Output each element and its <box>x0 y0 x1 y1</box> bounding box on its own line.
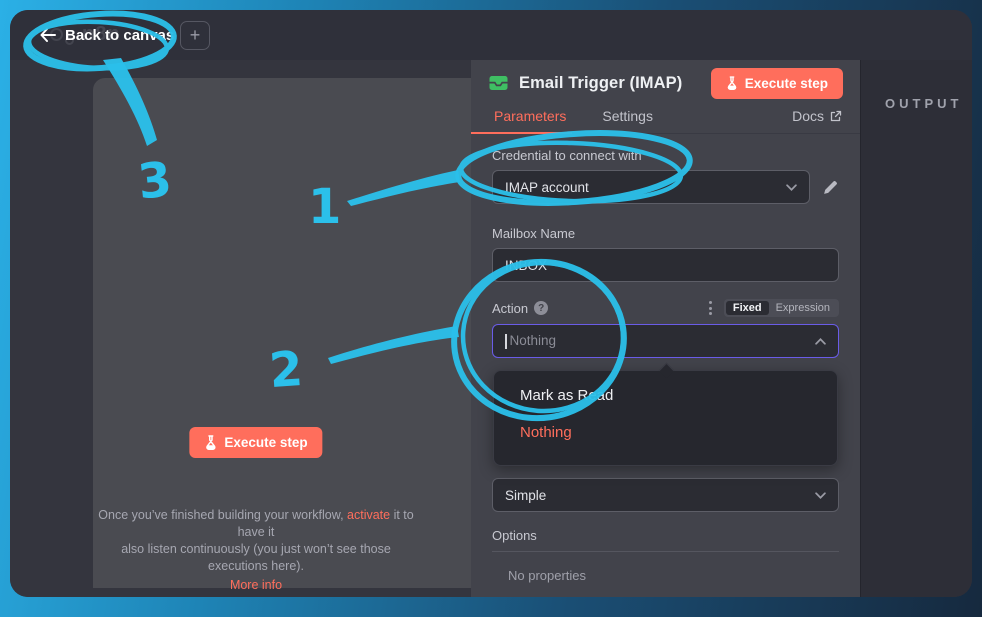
trigger-input-panel: Execute step Once you’ve finished buildi… <box>93 78 471 588</box>
action-label-wrap: Action ? <box>492 301 548 316</box>
help-icon[interactable]: ? <box>534 301 548 315</box>
hint-text: Once you’ve finished building your workf… <box>98 508 347 522</box>
mailbox-label: Mailbox Name <box>492 226 839 241</box>
format-select[interactable]: Simple <box>492 478 839 512</box>
canvas-area: Execute step Once you’ve finished buildi… <box>10 60 471 597</box>
activation-hint: Once you’ve finished building your workf… <box>93 507 419 594</box>
action-controls: Fixed Expression <box>707 299 839 317</box>
action-value: Nothing <box>510 333 557 348</box>
edit-credential-button[interactable] <box>822 179 839 196</box>
back-to-canvas-button[interactable]: Back to canvas <box>40 10 174 60</box>
external-link-icon <box>830 110 842 122</box>
action-label: Action <box>492 301 528 316</box>
kebab-menu-icon[interactable] <box>707 301 714 315</box>
node-details-panel: Email Trigger (IMAP) Execute step Parame… <box>471 60 860 597</box>
action-header: Action ? Fixed Expression <box>492 299 839 317</box>
mode-fixed-button[interactable]: Fixed <box>726 301 769 315</box>
flask-icon <box>204 435 217 450</box>
tab-settings[interactable]: Settings <box>600 108 655 133</box>
more-info-link[interactable]: More info <box>230 577 282 594</box>
execute-step-label: Execute step <box>224 435 307 450</box>
docs-label: Docs <box>792 108 824 124</box>
node-title: Email Trigger (IMAP) <box>519 74 701 93</box>
node-panel-header: Email Trigger (IMAP) Execute step <box>471 60 860 106</box>
output-label: OUTPUT <box>885 96 962 111</box>
parameters-body: Credential to connect with IMAP account <box>471 134 860 597</box>
mailbox-input[interactable]: INBOX <box>492 248 839 282</box>
value-mode-toggle: Fixed Expression <box>724 299 839 317</box>
credential-row: IMAP account <box>492 170 839 204</box>
top-bar: n8n Back to canvas + <box>10 10 972 60</box>
chevron-up-icon <box>815 338 826 345</box>
chevron-down-icon <box>815 492 826 499</box>
options-section-label: Options <box>492 528 839 552</box>
credential-label: Credential to connect with <box>492 148 839 163</box>
docs-link[interactable]: Docs <box>792 108 842 133</box>
format-field: Simple <box>492 478 839 512</box>
execute-step-button-canvas[interactable]: Execute step <box>189 427 322 458</box>
no-properties-text: No properties <box>508 568 839 583</box>
hint-text-line2: also listen continuously (you just won’t… <box>121 542 391 573</box>
main-row: Execute step Once you’ve finished buildi… <box>10 60 972 597</box>
trigger-input-content: Execute step Once you’ve finished buildi… <box>93 78 419 588</box>
action-dropdown-menu: Mark as Read Nothing <box>493 370 838 466</box>
node-panel-tabs: Parameters Settings Docs <box>471 106 860 134</box>
back-to-canvas-label: Back to canvas <box>65 27 174 44</box>
menu-item-nothing[interactable]: Nothing <box>494 414 837 451</box>
activate-link[interactable]: activate <box>347 508 390 522</box>
app-window: n8n Back to canvas + Execut <box>10 10 972 597</box>
tab-parameters[interactable]: Parameters <box>492 108 568 133</box>
mailbox-field: Mailbox Name INBOX <box>492 226 839 282</box>
execute-step-button-header[interactable]: Execute step <box>711 68 843 99</box>
credential-select[interactable]: IMAP account <box>492 170 810 204</box>
add-node-button[interactable]: + <box>180 21 210 50</box>
action-select[interactable]: Nothing <box>492 324 839 358</box>
mode-expression-button[interactable]: Expression <box>769 301 837 315</box>
email-inbox-icon <box>488 73 509 93</box>
menu-item-mark-as-read[interactable]: Mark as Read <box>494 377 837 414</box>
mailbox-value: INBOX <box>505 258 547 273</box>
arrow-left-icon <box>40 28 56 42</box>
plus-icon: + <box>190 25 201 46</box>
action-value-wrap: Nothing <box>505 333 556 349</box>
execute-step-label: Execute step <box>745 76 828 91</box>
output-panel: OUTPUT <box>860 60 972 597</box>
flask-icon <box>726 76 738 90</box>
chevron-down-icon <box>786 184 797 191</box>
pencil-icon <box>822 179 839 196</box>
format-value: Simple <box>505 488 546 503</box>
credential-value: IMAP account <box>505 180 589 195</box>
text-cursor <box>505 334 507 349</box>
